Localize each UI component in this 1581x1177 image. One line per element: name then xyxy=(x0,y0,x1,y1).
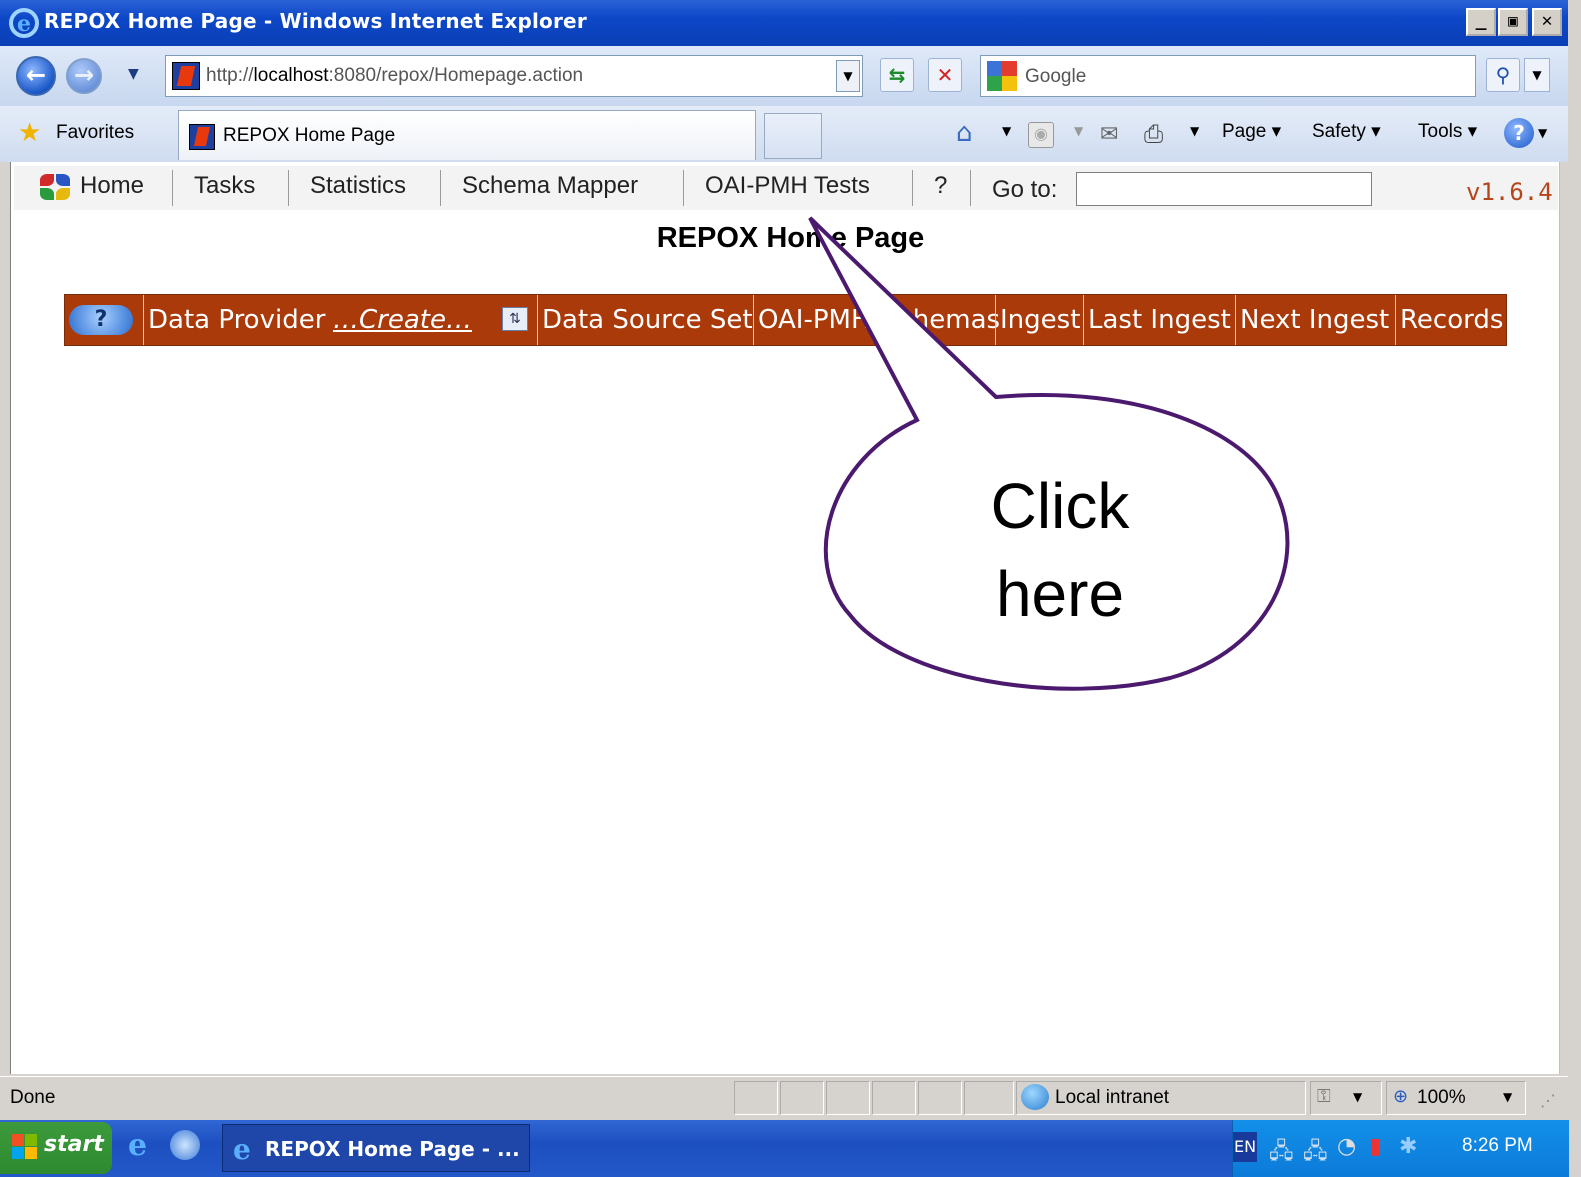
callout-line-2: here xyxy=(995,558,1125,630)
security-alert-icon[interactable]: ▮ xyxy=(1369,1134,1381,1159)
status-panel xyxy=(964,1081,1014,1115)
network-icon[interactable]: 🖧 xyxy=(1269,1134,1294,1172)
security-zone-panel[interactable]: Local intranet xyxy=(1016,1081,1306,1115)
clock: 8:26 PM xyxy=(1462,1135,1533,1156)
quicklaunch-ie-icon[interactable]: e xyxy=(128,1128,147,1163)
status-panel xyxy=(780,1081,824,1115)
start-button[interactable]: start xyxy=(0,1122,112,1174)
status-panel xyxy=(918,1081,962,1115)
status-panel xyxy=(734,1081,778,1115)
ie-taskbar-icon: e xyxy=(233,1133,251,1166)
status-bar: Done Local intranet ⚿ ▼ ⊕ 100% ▼ ⋰ xyxy=(0,1076,1568,1120)
tray-app-icon[interactable]: ✱ xyxy=(1399,1134,1417,1159)
protected-mode-icon: ⚿ xyxy=(1317,1086,1331,1107)
protected-mode-panel[interactable]: ⚿ ▼ xyxy=(1310,1081,1382,1115)
quicklaunch-desktop-icon[interactable] xyxy=(170,1130,200,1160)
volume-icon[interactable]: ◔ xyxy=(1337,1134,1356,1159)
status-panel xyxy=(872,1081,916,1115)
resize-grip-icon[interactable]: ⋰ xyxy=(1540,1091,1556,1110)
zoom-level: 100% xyxy=(1417,1087,1466,1108)
callout-balloon xyxy=(808,216,1290,691)
callout-line-1: Click xyxy=(990,470,1130,542)
local-intranet-icon xyxy=(1021,1084,1049,1110)
protected-mode-dropdown-icon[interactable]: ▼ xyxy=(1353,1090,1362,1104)
start-label: start xyxy=(44,1132,104,1157)
callout-text: Click here xyxy=(940,462,1180,638)
zoom-panel[interactable]: ⊕ 100% ▼ xyxy=(1386,1081,1526,1115)
windows-logo-icon xyxy=(12,1134,38,1160)
status-panel xyxy=(826,1081,870,1115)
language-indicator[interactable]: EN xyxy=(1233,1132,1257,1162)
status-text: Done xyxy=(10,1087,56,1108)
taskbar-item-repox[interactable]: e REPOX Home Page - ... xyxy=(222,1124,530,1172)
zone-label: Local intranet xyxy=(1055,1087,1170,1108)
zoom-dropdown-icon[interactable]: ▼ xyxy=(1503,1090,1512,1104)
network-icon-2[interactable]: 🖧 xyxy=(1303,1134,1328,1172)
zoom-icon: ⊕ xyxy=(1393,1086,1409,1107)
taskbar-item-label: REPOX Home Page - ... xyxy=(265,1137,520,1161)
